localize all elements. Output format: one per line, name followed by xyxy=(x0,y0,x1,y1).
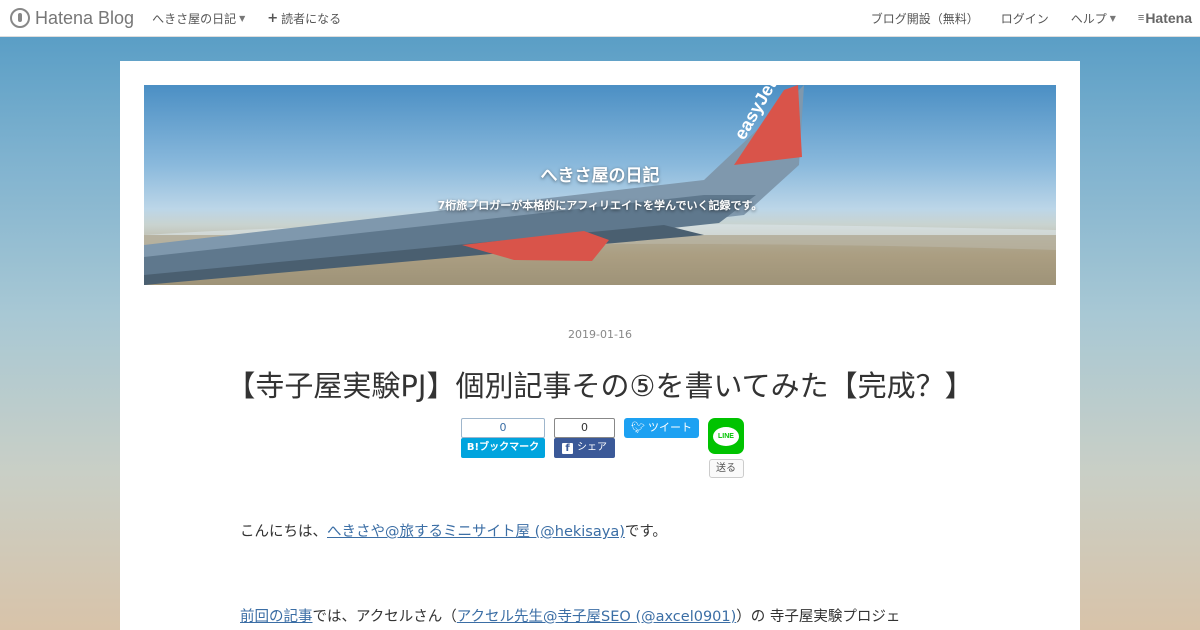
caret-down-icon: ▼ xyxy=(1109,13,1116,23)
paragraph-suffix-text: ）の 寺子屋実験プロジェ xyxy=(736,609,901,625)
hatena-mark-icon: ≡ xyxy=(1137,12,1145,24)
plus-icon: + xyxy=(267,10,279,26)
main-content-card: easyJet へきさ屋の日記 7桁旅ブロガーが本格的にアフィリエイトを学んでい… xyxy=(120,61,1080,630)
tweet-label: ツイート xyxy=(647,421,692,434)
greeting-text: こんにちは、 xyxy=(240,524,327,540)
previous-article-link[interactable]: 前回の記事 xyxy=(240,609,313,625)
help-dropdown[interactable]: ヘルプ ▼ xyxy=(1071,10,1116,27)
hatena-logo-icon xyxy=(10,8,30,28)
body-paragraph-2: 前回の記事では、アクセルさん（アクセル先生@寺子屋SEO (@axcel0901… xyxy=(240,605,900,626)
login-link[interactable]: ログイン xyxy=(1001,10,1049,27)
greeting-suffix: です。 xyxy=(624,524,667,540)
blog-menu-label: へきさ屋の日記 xyxy=(152,11,237,26)
facebook-icon: f xyxy=(562,443,573,454)
hatena-link[interactable]: ≡ Hatena xyxy=(1138,10,1192,26)
facebook-label-text: シェア xyxy=(577,442,607,453)
line-send-label[interactable]: 送る xyxy=(708,459,744,478)
line-icon-text: LINE xyxy=(713,426,739,446)
twitter-bird-icon: 🐦︎ xyxy=(631,421,645,434)
blog-menu-dropdown[interactable]: へきさ屋の日記 ▼ xyxy=(152,10,245,27)
paragraph-middle-text: では、アクセルさん（ xyxy=(312,609,457,625)
hatena-blog-logo[interactable]: Hatena Blog xyxy=(10,8,134,29)
hatena-label: Hatena xyxy=(1145,10,1192,26)
body-paragraph-1: こんにちは、へきさや@旅するミニサイト屋 (@hekisaya)です。 xyxy=(240,520,667,541)
hatena-bookmark-label[interactable]: B!ブックマーク xyxy=(461,438,545,458)
start-blog-link[interactable]: ブログ開設（無料） xyxy=(871,10,979,27)
line-share-button[interactable]: LINE 送る xyxy=(708,418,744,478)
entry-date[interactable]: 2019-01-16 xyxy=(120,328,1080,341)
top-navbar: Hatena Blog へきさ屋の日記 ▼ + 読者になる ブログ開設（無料） … xyxy=(0,0,1200,37)
facebook-share-button[interactable]: 0 f シェア xyxy=(554,418,615,478)
twitter-tweet-button[interactable]: 🐦︎ ツイート xyxy=(624,418,699,438)
entry-title[interactable]: 【寺子屋実験PJ】個別記事その⑤を書いてみた【完成？】 xyxy=(120,363,1080,405)
logo-text: Hatena Blog xyxy=(35,7,135,28)
blog-description: 7桁旅ブロガーが本格的にアフィリエイトを学んでいく記録です。 xyxy=(437,199,763,212)
facebook-share-label[interactable]: f シェア xyxy=(554,438,615,458)
subscribe-label: 読者になる xyxy=(281,11,342,26)
axcel-profile-link[interactable]: アクセル先生@寺子屋SEO (@axcel0901) xyxy=(457,609,737,625)
blog-title[interactable]: へきさ屋の日記 xyxy=(144,161,1056,186)
facebook-share-count: 0 xyxy=(554,418,615,438)
hatena-bookmark-button[interactable]: 0 B!ブックマーク xyxy=(461,418,545,478)
hatena-bookmark-count[interactable]: 0 xyxy=(461,418,545,438)
author-profile-link[interactable]: へきさや@旅するミニサイト屋 (@hekisaya) xyxy=(327,524,625,540)
blog-header-image[interactable]: easyJet へきさ屋の日記 7桁旅ブロガーが本格的にアフィリエイトを学んでい… xyxy=(144,85,1056,285)
share-buttons: 0 B!ブックマーク 0 f シェア 🐦︎ ツイート LINE 送る xyxy=(461,418,744,478)
line-icon[interactable]: LINE xyxy=(708,418,744,454)
help-label: ヘルプ xyxy=(1070,11,1107,26)
caret-down-icon: ▼ xyxy=(239,13,246,23)
subscribe-button[interactable]: + 読者になる xyxy=(267,10,341,27)
